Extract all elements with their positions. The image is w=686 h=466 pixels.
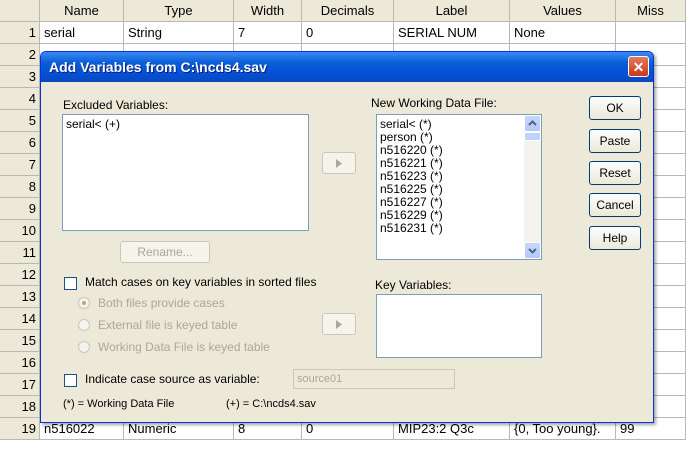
indicate-source-checkbox[interactable] xyxy=(64,374,77,387)
external-file-label: External file is keyed table xyxy=(98,318,238,332)
excluded-variables-list[interactable]: serial< (+) xyxy=(62,114,309,231)
table-cell-miss[interactable] xyxy=(616,22,686,43)
match-cases-label: Match cases on key variables in sorted f… xyxy=(85,275,317,289)
scroll-down-button[interactable] xyxy=(524,242,541,259)
table-cell-dec[interactable]: 0 xyxy=(302,22,394,43)
row-number[interactable]: 10 xyxy=(0,220,40,241)
key-variables-list[interactable] xyxy=(376,294,542,358)
ok-button[interactable]: OK xyxy=(589,96,641,120)
move-to-new-file-button[interactable] xyxy=(322,152,356,174)
rename-button[interactable]: Rename... xyxy=(120,241,210,263)
match-cases-checkbox[interactable] xyxy=(64,277,77,290)
column-header-row: Name Type Width Decimals Label Values Mi… xyxy=(0,0,686,22)
column-header[interactable]: Label xyxy=(394,0,510,21)
chevron-down-icon xyxy=(528,248,537,254)
corner-cell xyxy=(0,0,40,21)
paste-button[interactable]: Paste xyxy=(589,129,641,153)
indicate-source-label: Indicate case source as variable: xyxy=(85,372,260,386)
working-file-label: Working Data File is keyed table xyxy=(98,340,270,354)
column-header[interactable]: Miss xyxy=(616,0,686,21)
dialog-titlebar[interactable]: Add Variables from C:\ncds4.sav ✕ xyxy=(41,52,653,82)
column-header[interactable]: Width xyxy=(234,0,302,21)
row-number[interactable]: 4 xyxy=(0,88,40,109)
close-icon[interactable]: ✕ xyxy=(628,56,649,77)
legend-external-file: (+) = C:\ncds4.sav xyxy=(226,398,316,410)
column-header[interactable]: Type xyxy=(124,0,234,21)
excluded-variables-label: Excluded Variables: xyxy=(63,98,169,112)
column-header[interactable]: Values xyxy=(510,0,616,21)
cancel-button[interactable]: Cancel xyxy=(589,193,641,217)
row-number[interactable]: 6 xyxy=(0,132,40,153)
column-header[interactable]: Decimals xyxy=(302,0,394,21)
arrow-right-icon xyxy=(336,159,342,168)
row-number[interactable]: 16 xyxy=(0,352,40,373)
table-cell-values[interactable]: None xyxy=(510,22,616,43)
key-variables-label: Key Variables: xyxy=(375,278,452,292)
column-header[interactable]: Name xyxy=(40,0,124,21)
both-files-label: Both files provide cases xyxy=(98,296,225,310)
row-number[interactable]: 15 xyxy=(0,330,40,351)
both-files-radio[interactable] xyxy=(78,297,90,309)
row-number[interactable]: 7 xyxy=(0,154,40,175)
row-number[interactable]: 9 xyxy=(0,198,40,219)
row-number[interactable]: 12 xyxy=(0,264,40,285)
add-variables-dialog: Add Variables from C:\ncds4.sav ✕ Exclud… xyxy=(40,51,654,423)
scroll-up-button[interactable] xyxy=(524,115,541,132)
source-variable-field[interactable]: source01 xyxy=(293,369,455,389)
table-cell-label[interactable]: SERIAL NUM xyxy=(394,22,510,43)
chevron-up-icon xyxy=(528,120,537,126)
table-cell-name[interactable]: serial xyxy=(40,22,124,43)
arrow-right-icon xyxy=(336,320,342,329)
row-number[interactable]: 18 xyxy=(0,396,40,417)
new-working-file-list[interactable]: serial< (*) person (*) n516220 (*) n516221 … xyxy=(376,114,542,260)
row-number[interactable]: 17 xyxy=(0,374,40,395)
move-to-key-variables-button[interactable] xyxy=(322,313,356,335)
help-button[interactable]: Help xyxy=(589,226,641,250)
new-working-file-label: New Working Data File: xyxy=(371,96,497,110)
list-item[interactable]: serial< (+) xyxy=(63,118,308,131)
table-row[interactable]: 1 serial String 7 0 SERIAL NUM None xyxy=(0,22,686,44)
row-number[interactable]: 19 xyxy=(0,418,40,439)
row-number[interactable]: 1 xyxy=(0,22,40,43)
list-item[interactable]: n516231 (*) xyxy=(377,222,541,235)
row-number[interactable]: 5 xyxy=(0,110,40,131)
external-file-radio[interactable] xyxy=(78,319,90,331)
table-cell-type[interactable]: String xyxy=(124,22,234,43)
dialog-title: Add Variables from C:\ncds4.sav xyxy=(49,59,267,75)
row-number[interactable]: 2 xyxy=(0,44,40,65)
row-number[interactable]: 14 xyxy=(0,308,40,329)
scroll-thumb[interactable] xyxy=(524,132,541,141)
legend-working-file: (*) = Working Data File xyxy=(63,398,175,410)
row-number[interactable]: 8 xyxy=(0,176,40,197)
row-number[interactable]: 11 xyxy=(0,242,40,263)
row-number[interactable]: 3 xyxy=(0,66,40,87)
working-file-radio[interactable] xyxy=(78,341,90,353)
row-number[interactable]: 13 xyxy=(0,286,40,307)
reset-button[interactable]: Reset xyxy=(589,161,641,185)
scrollbar[interactable] xyxy=(524,115,541,259)
table-cell-width[interactable]: 7 xyxy=(234,22,302,43)
